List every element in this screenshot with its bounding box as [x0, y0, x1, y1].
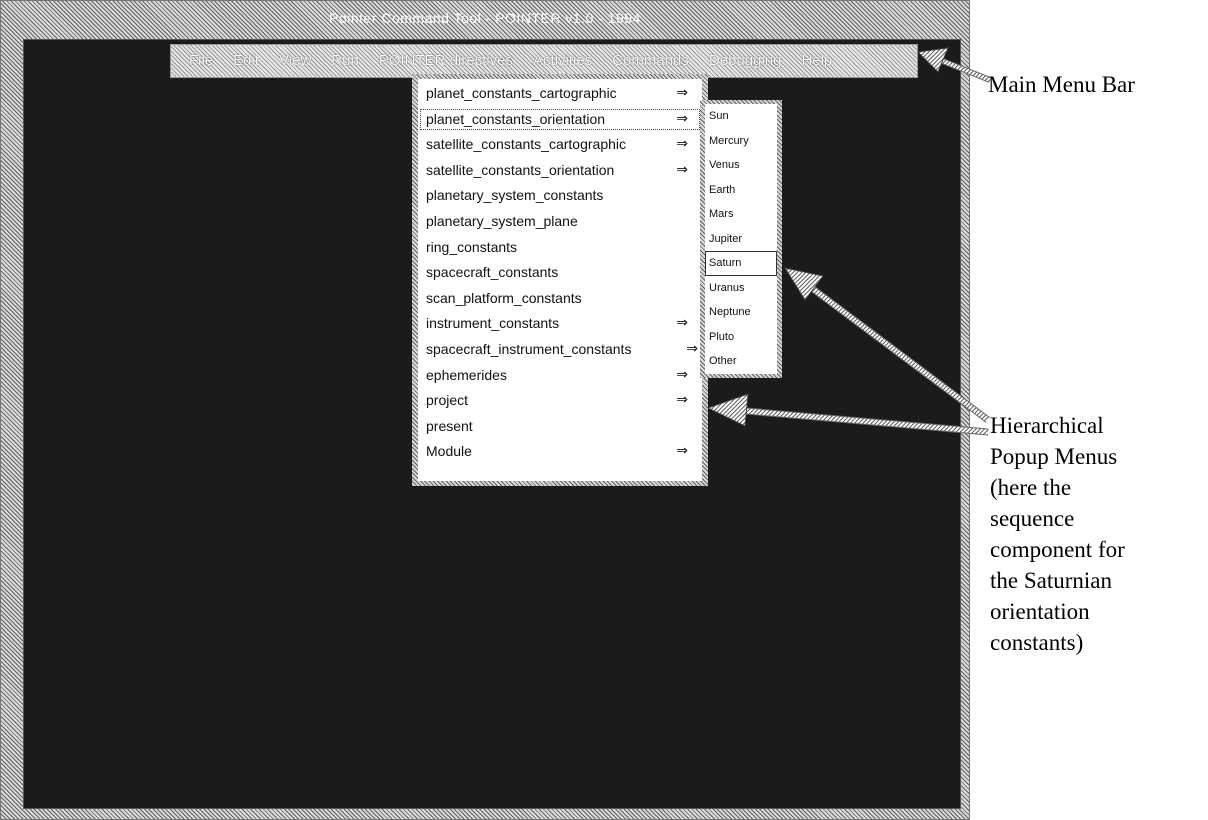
dropdown-item-label: satellite_constants_orientation — [426, 161, 615, 178]
menu-help[interactable]: Help — [791, 44, 842, 78]
menu-activities[interactable]: Activities — [523, 44, 602, 78]
submenu-item-earth[interactable]: Earth — [705, 178, 777, 203]
double-right-arrow-icon: ⇒ — [676, 443, 688, 460]
dropdown-item-label: spacecraft_instrument_constants — [426, 340, 632, 357]
window-title[interactable]: Pointer Command Tool - POINTER v1.0 - 19… — [1, 1, 969, 35]
double-right-arrow-icon: ⇒ — [676, 366, 688, 383]
menu-run[interactable]: Run — [321, 44, 369, 78]
dropdown-item-planetary-system-plane[interactable]: planetary_system_plane — [418, 209, 702, 235]
dropdown-item-present[interactable]: present — [418, 414, 702, 440]
submenu-item-uranus[interactable]: Uranus — [705, 276, 777, 301]
annotation-line: constants) — [990, 630, 1084, 656]
dropdown-item-label: ring_constants — [426, 238, 518, 255]
menu-debugging[interactable]: Debugging — [699, 44, 792, 78]
double-right-arrow-icon: ⇒ — [676, 85, 688, 101]
annotation-line: the Saturnian — [990, 568, 1112, 594]
dropdown-item-instrument-constants[interactable]: instrument_constants ⇒ — [418, 311, 702, 337]
double-right-arrow-icon: ⇒ — [676, 161, 688, 178]
dropdown-item-label: present — [426, 417, 473, 434]
dropdown-item-label: planetary_system_constants — [426, 187, 604, 204]
dropdown-item-label: satellite_constants_cartographic — [426, 136, 627, 153]
annotation-line: component for — [990, 537, 1125, 563]
double-right-arrow-icon: ⇒ — [676, 110, 688, 127]
dropdown-item-label: project — [426, 392, 469, 409]
double-right-arrow-icon: ⇒ — [676, 315, 688, 332]
annotation-hierarchical-popup-menus: Hierarchical Popup Menus (here the seque… — [990, 410, 1205, 658]
dropdown-item-planetary-system-constants[interactable]: planetary_system_constants — [418, 183, 702, 209]
dropdown-item-module[interactable]: Module ⇒ — [418, 439, 702, 465]
annotation-line: orientation — [990, 599, 1090, 625]
menu-pointer-directives[interactable]: POINTER directives — [369, 44, 523, 78]
submenu-item-venus[interactable]: Venus — [705, 153, 777, 178]
double-right-arrow-icon: ⇒ — [676, 136, 688, 153]
submenu-list: Sun Mercury Venus Earth Mars Jupiter Sat… — [705, 104, 777, 374]
main-menu-bar: File Edit View Run POINTER directives Ac… — [170, 44, 918, 78]
annotation-line: sequence — [990, 506, 1075, 532]
annotation-line: (here the — [990, 475, 1072, 501]
dropdown-item-ephemerides[interactable]: ephemerides ⇒ — [418, 363, 702, 389]
submenu-item-pluto[interactable]: Pluto — [705, 325, 777, 350]
double-right-arrow-icon: ⇒ — [686, 340, 698, 357]
dropdown-item-project[interactable]: project ⇒ — [418, 388, 702, 414]
annotation-line: Popup Menus — [990, 444, 1118, 470]
pointer-directives-dropdown: planet_constants_cartographic ⇒ planet_co… — [412, 74, 708, 486]
submenu-item-saturn[interactable]: Saturn — [705, 251, 777, 276]
dropdown-item-satellite-constants-cartographic[interactable]: satellite_constants_cartographic ⇒ — [418, 132, 702, 158]
dropdown-item-satellite-constants-orientation[interactable]: satellite_constants_orientation ⇒ — [418, 158, 702, 184]
dropdown-item-planet-constants-cartographic[interactable]: planet_constants_cartographic ⇒ — [418, 81, 702, 107]
dropdown-item-label: spacecraft_constants — [426, 264, 559, 281]
submenu-item-other[interactable]: Other — [705, 349, 777, 374]
dropdown-item-planet-constants-orientation[interactable]: planet_constants_orientation ⇒ — [418, 107, 702, 133]
dropdown-item-label: planetary_system_plane — [426, 212, 578, 229]
menu-commands[interactable]: Commands — [602, 44, 699, 78]
submenu-item-neptune[interactable]: Neptune — [705, 300, 777, 325]
submenu-item-jupiter[interactable]: Jupiter — [705, 227, 777, 252]
dropdown-item-label: planet_constants_orientation — [426, 110, 606, 127]
dropdown-item-scan-platform-constants[interactable]: scan_platform_constants — [418, 286, 702, 312]
dropdown-item-spacecraft-constants[interactable]: spacecraft_constants — [418, 260, 702, 286]
menu-view[interactable]: View — [269, 44, 321, 78]
double-right-arrow-icon: ⇒ — [676, 392, 688, 409]
submenu-item-mercury[interactable]: Mercury — [705, 129, 777, 154]
dropdown-item-label: scan_platform_constants — [426, 289, 582, 306]
dropdown-list: planet_constants_cartographic ⇒ planet_co… — [418, 79, 702, 481]
menu-file[interactable]: File — [171, 44, 223, 78]
annotation-main-menu-bar: Main Menu Bar — [988, 72, 1135, 97]
annotation-line: Hierarchical — [990, 413, 1104, 438]
dropdown-item-label: Module — [426, 443, 472, 460]
planet-submenu: Sun Mercury Venus Earth Mars Jupiter Sat… — [700, 100, 782, 378]
submenu-item-sun[interactable]: Sun — [705, 104, 777, 129]
dropdown-item-spacecraft-instrument-constants[interactable]: spacecraft_instrument_constants ⇒ — [418, 337, 702, 363]
dropdown-item-label: ephemerides — [426, 366, 507, 383]
menu-edit[interactable]: Edit — [223, 44, 269, 78]
dropdown-item-label: planet_constants_cartographic — [426, 85, 617, 101]
dropdown-item-ring-constants[interactable]: ring_constants — [418, 235, 702, 261]
dropdown-item-label: instrument_constants — [426, 315, 560, 332]
submenu-item-mars[interactable]: Mars — [705, 202, 777, 227]
